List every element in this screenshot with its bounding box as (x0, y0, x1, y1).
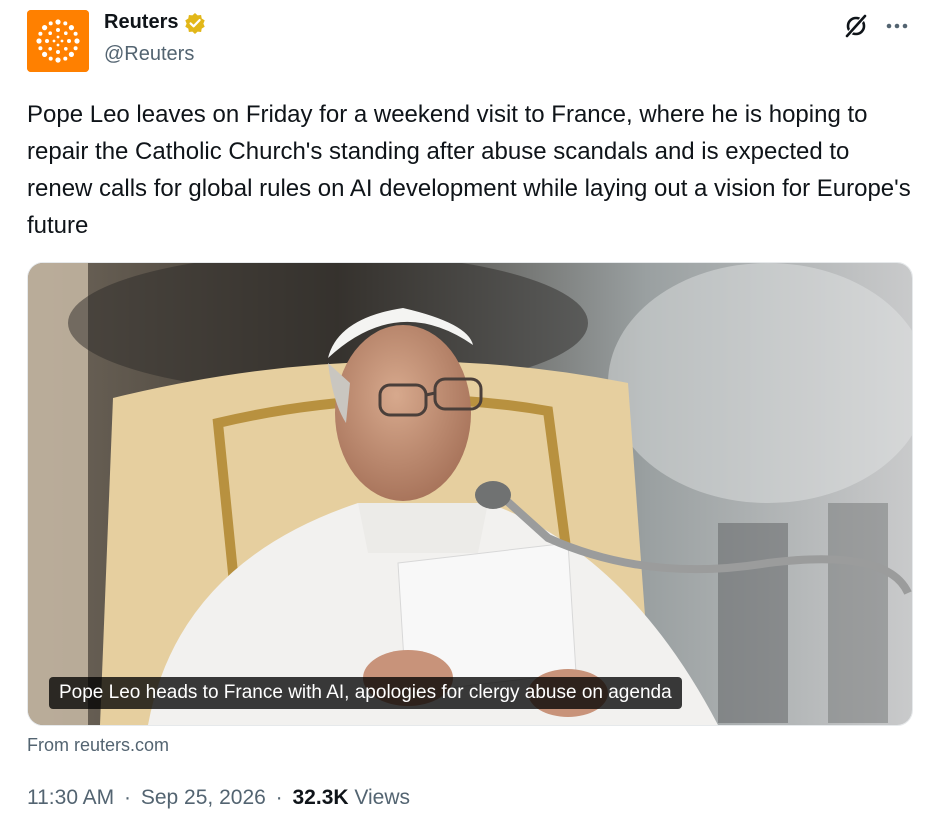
meta-separator: · (275, 786, 283, 809)
reuters-logo-icon (27, 10, 89, 72)
tweet-date[interactable]: Sep 25, 2026 (141, 786, 266, 809)
tweet-time[interactable]: 11:30 AM (27, 786, 114, 809)
grok-icon[interactable] (842, 12, 870, 40)
account-name[interactable]: Reuters (104, 11, 178, 34)
views-label: Views (354, 786, 411, 809)
views-count: 32.3K (292, 786, 349, 809)
more-icon[interactable] (883, 12, 911, 40)
account-name-row: Reuters (104, 11, 206, 34)
verified-badge-icon[interactable] (184, 12, 206, 34)
avatar[interactable] (27, 10, 89, 72)
card-source[interactable]: From reuters.com (27, 735, 169, 756)
tweet-text: Pope Leo leaves on Friday for a weekend … (27, 101, 911, 239)
card-caption: Pope Leo heads to France with AI, apolog… (49, 677, 682, 709)
meta-separator: · (124, 786, 132, 809)
account-handle[interactable]: @Reuters (104, 43, 194, 66)
link-card[interactable]: Pope Leo heads to France with AI, apolog… (27, 262, 913, 726)
tweet-meta: 11:30 AM · Sep 25, 2026 · 32.3K Views (27, 786, 410, 810)
article-photo (28, 263, 912, 725)
